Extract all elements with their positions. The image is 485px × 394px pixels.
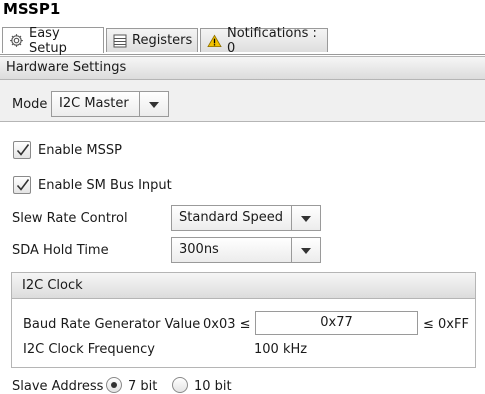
chevron-down-icon[interactable] (139, 92, 168, 116)
gear-icon (9, 33, 24, 48)
chevron-down-icon[interactable] (291, 206, 320, 230)
baud-rate-min: 0x03 ≤ (203, 317, 251, 332)
tab-registers-label: Registers (132, 33, 193, 48)
slave-address-10bit-label: 10 bit (194, 379, 232, 394)
i2c-clock-group: I2C Clock Baud Rate Generator Value 0x03… (11, 272, 476, 368)
sda-hold-value: 300ns (179, 242, 219, 257)
baud-rate-input[interactable]: 0x77 (255, 311, 418, 335)
slew-rate-label: Slew Rate Control (12, 211, 128, 226)
tab-easy-setup[interactable]: Easy Setup (2, 25, 104, 56)
mode-select[interactable]: I2C Master (51, 91, 169, 117)
clock-frequency-label: I2C Clock Frequency (23, 342, 155, 357)
mode-label: Mode (12, 97, 48, 112)
tab-notifications-label: Notifications : 0 (227, 25, 317, 56)
slave-address-label: Slave Address (12, 379, 104, 394)
checkmark-icon (16, 179, 30, 191)
enable-smbus-label: Enable SM Bus Input (38, 178, 172, 193)
clock-frequency-value: 100 kHz (254, 342, 308, 357)
slew-rate-select[interactable]: Standard Speed (171, 205, 321, 231)
slave-address-7bit-radio[interactable] (106, 377, 122, 393)
list-icon (113, 34, 127, 48)
chevron-down-icon[interactable] (291, 238, 320, 262)
slave-address-10bit-radio[interactable] (172, 377, 188, 393)
warning-icon (207, 34, 222, 48)
mode-select-value: I2C Master (59, 96, 129, 111)
tab-notifications[interactable]: Notifications : 0 (200, 26, 328, 56)
i2c-clock-header: I2C Clock (12, 273, 475, 299)
sda-hold-select[interactable]: 300ns (171, 237, 321, 263)
slew-rate-value: Standard Speed (179, 210, 284, 225)
baud-rate-max: ≤ 0xFF (423, 317, 469, 332)
enable-mssp-checkbox[interactable] (13, 141, 31, 159)
checkmark-icon (16, 144, 30, 156)
window-title: MSSP1 (3, 0, 61, 18)
tab-easy-setup-label: Easy Setup (29, 25, 67, 56)
slave-address-7bit-label: 7 bit (128, 379, 158, 394)
enable-mssp-label: Enable MSSP (38, 143, 122, 158)
hardware-settings-header: Hardware Settings (0, 56, 485, 80)
tab-strip: Easy Setup Registers Notifications : 0 (0, 25, 485, 56)
enable-smbus-checkbox[interactable] (13, 176, 31, 194)
sda-hold-label: SDA Hold Time (12, 243, 109, 258)
tab-registers[interactable]: Registers (106, 28, 198, 52)
baud-rate-label: Baud Rate Generator Value (23, 317, 201, 332)
mode-panel: Mode I2C Master (0, 80, 485, 122)
